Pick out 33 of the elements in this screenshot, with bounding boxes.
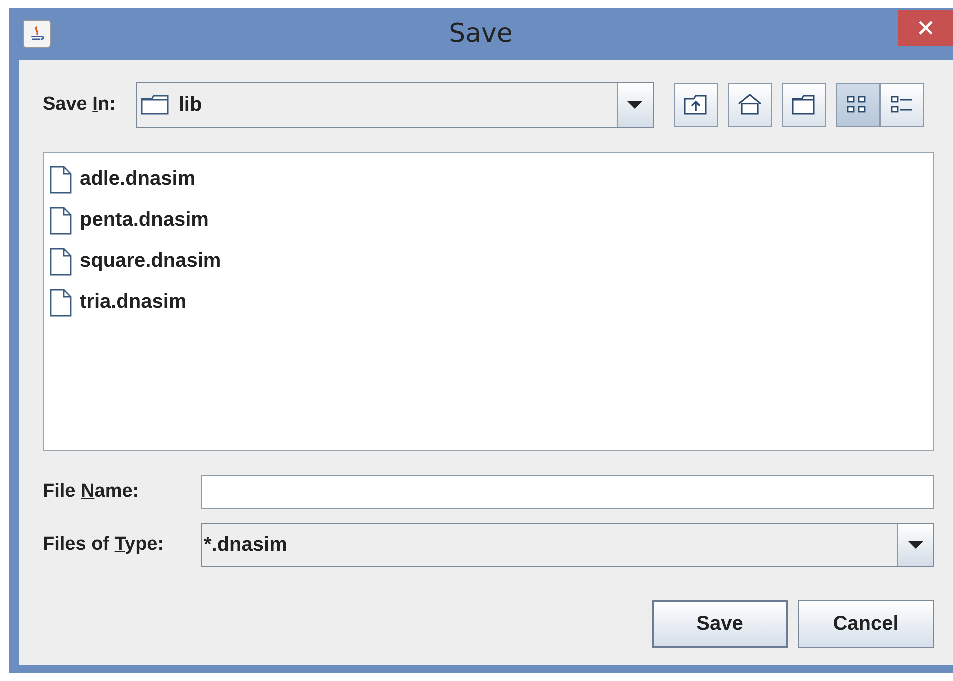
file-type-combo[interactable]: *.dnasim: [201, 523, 934, 567]
save-button[interactable]: Save: [652, 600, 788, 648]
caret-icon: [627, 100, 644, 110]
file-item[interactable]: square.dnasim: [50, 241, 222, 282]
save-in-label: Save In:: [43, 94, 116, 116]
toolbar-button[interactable]: [782, 83, 826, 127]
file-type-label: Files of Type:: [43, 534, 166, 556]
file-item[interactable]: adle.dnasim: [50, 159, 196, 200]
file-icon: [50, 206, 72, 234]
combo-value: *.dnasim: [204, 534, 288, 556]
caret-icon: [908, 540, 924, 550]
file-name-field[interactable]: [201, 475, 934, 509]
combo-value: lib: [178, 94, 202, 116]
file-icon: [50, 288, 72, 316]
dropdown-button[interactable]: [616, 83, 653, 127]
app-icon: [23, 20, 51, 48]
toolbar-button[interactable]: [674, 83, 718, 127]
folder-icon: [140, 95, 171, 115]
file-item[interactable]: tria.dnasim: [50, 282, 187, 323]
window-title: Save: [449, 19, 513, 49]
toolbar-button[interactable]: [880, 83, 924, 127]
toolbar-button[interactable]: [728, 83, 772, 127]
close-button[interactable]: [898, 10, 953, 46]
home-icon: [736, 92, 764, 118]
file-item[interactable]: penta.dnasim: [50, 200, 209, 241]
dropdown-button[interactable]: [897, 524, 933, 566]
file-icon: [50, 166, 72, 194]
close-icon: [918, 20, 934, 36]
toolbar-button[interactable]: [836, 83, 880, 127]
save-in-combo[interactable]: lib: [136, 82, 654, 128]
file-icon: [50, 248, 72, 276]
file-name-label: File Name:: [43, 481, 140, 503]
cancel-button[interactable]: Cancel: [798, 600, 934, 648]
